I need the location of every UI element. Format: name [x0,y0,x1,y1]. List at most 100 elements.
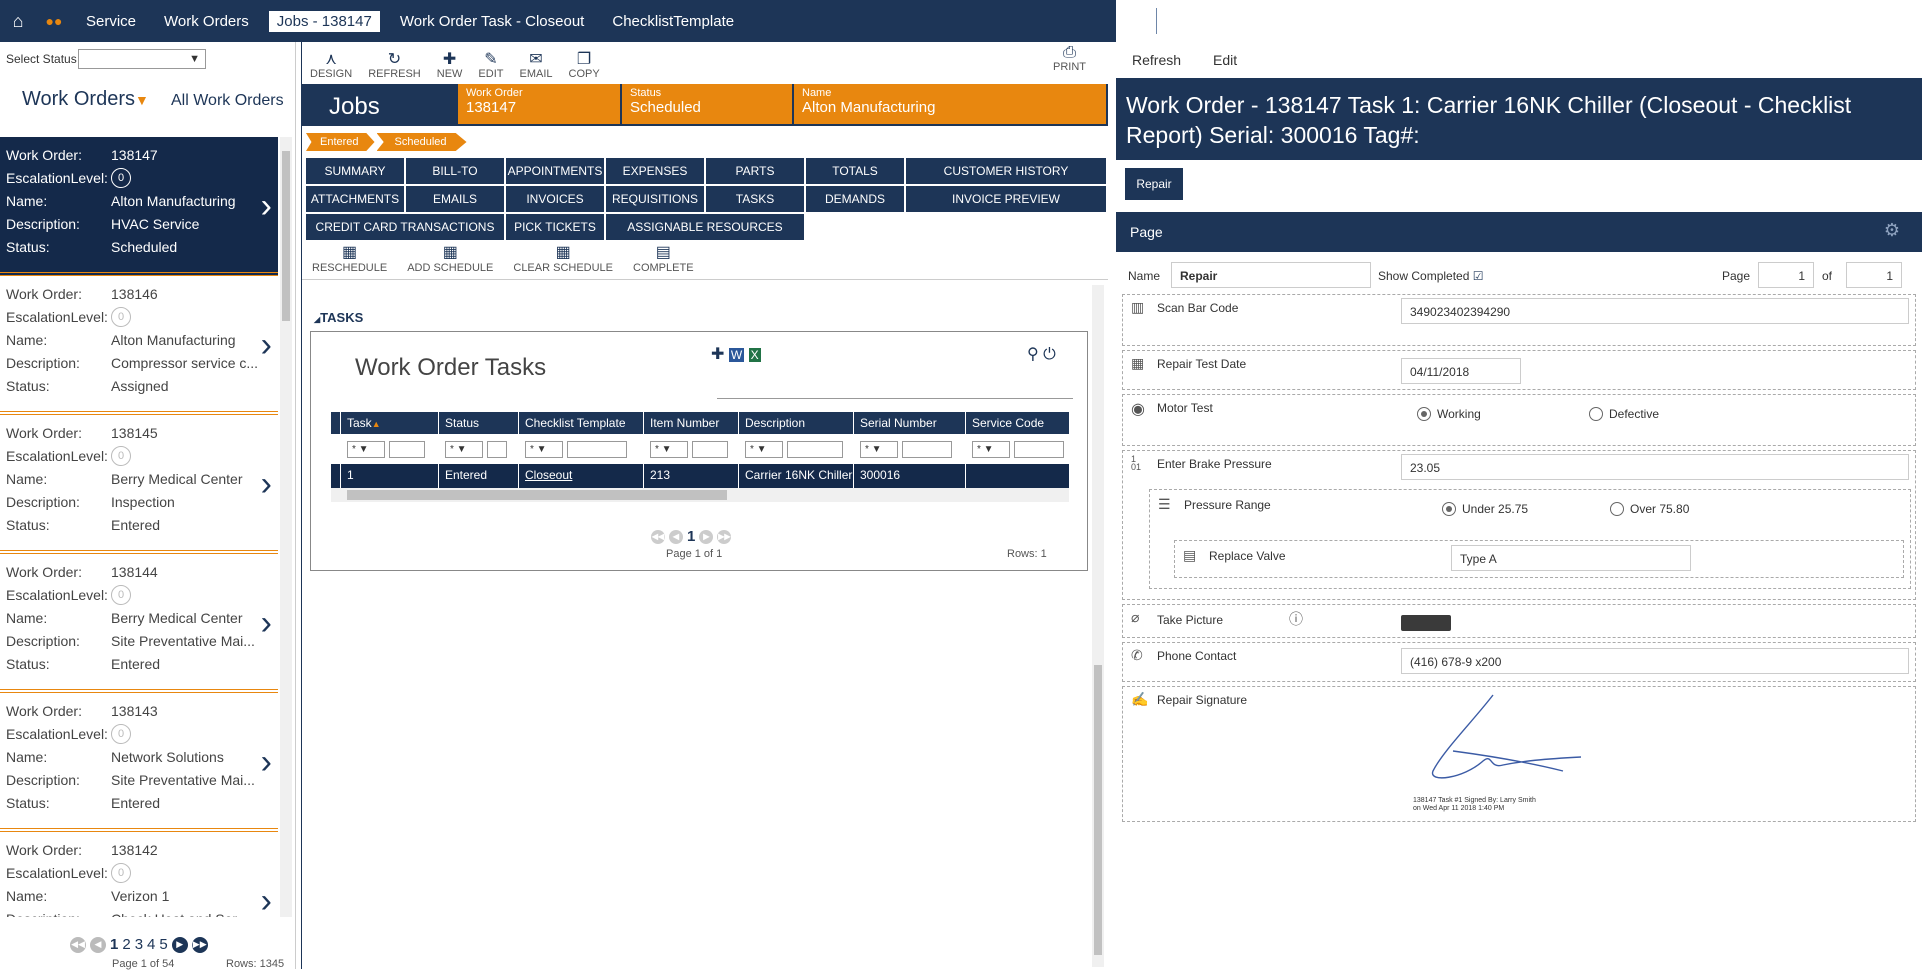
filter-dropdown[interactable]: * ▼ [860,440,898,458]
invoice-preview-button[interactable]: INVOICE PREVIEW [906,186,1106,212]
col-description[interactable]: Description [739,412,854,434]
bill-to-button[interactable]: BILL-TO [406,158,504,184]
list-item[interactable]: Work Order: 138142 EscalationLevel: 0 Name: V… [0,832,278,917]
emails-button[interactable]: EMAILS [406,186,504,212]
col-item-number[interactable]: Item Number [644,412,739,434]
expenses-button[interactable]: EXPENSES [606,158,704,184]
dots-icon[interactable]: ●● [36,0,72,42]
table-row[interactable]: 1 Entered Closeout 213 Carrier 16NK Chil… [331,464,1069,488]
filter-input[interactable] [389,440,425,458]
list-item[interactable]: Work Order: 138147 EscalationLevel: 0 Name: A… [0,137,278,276]
chevron-right-icon[interactable]: › [261,189,272,223]
tab-work-orders[interactable]: Work Orders [150,13,263,30]
edit-button[interactable]: ✎ EDIT [470,52,511,82]
page-field[interactable]: 1 [1758,262,1814,288]
close-icon[interactable]: ✕ [1116,0,1156,42]
edit-link[interactable]: Edit [1197,52,1253,68]
scrollbar-thumb[interactable] [1094,665,1102,955]
list-item[interactable]: Work Order: 138145 EscalationLevel: 0 Name: B… [0,415,278,554]
filter-dropdown[interactable]: * ▼ [525,440,563,458]
credit-card-transactions-button[interactable]: CREDIT CARD TRANSACTIONS [306,214,504,240]
summary-button[interactable]: SUMMARY [306,158,404,184]
add-schedule-button[interactable]: ▦ ADD SCHEDULE [397,242,503,274]
scrollbar-thumb[interactable] [347,490,727,500]
copy-button[interactable]: ❐ COPY [561,52,608,82]
current-page[interactable]: 1 [687,528,695,545]
customer-history-button[interactable]: CUSTOMER HISTORY [906,158,1106,184]
chevron-right-icon[interactable]: › [261,606,272,640]
list-item[interactable]: Work Order: 138143 EscalationLevel: 0 Name: N… [0,693,278,832]
power-icon[interactable]: ⏻ [1043,346,1056,363]
tab-jobs[interactable]: Jobs - 138147 [268,10,380,32]
select-status-dropdown[interactable]: ▼ [78,49,206,69]
parts-button[interactable]: PARTS [706,158,804,184]
gear-icon[interactable]: ⚙ [1884,220,1900,241]
filter-input[interactable] [487,440,507,458]
search-icon[interactable]: ⚲ [1027,346,1039,363]
next-page-icon[interactable]: ▶ [699,529,714,544]
prev-page-icon[interactable]: ◀ [669,529,683,544]
radio-unselected-icon[interactable] [1589,407,1603,421]
filter-dropdown[interactable]: * ▼ [650,440,688,458]
gear-icon[interactable]: ⚙ [1277,0,1317,42]
tab-service[interactable]: Service [72,13,150,30]
email-button[interactable]: ✉ EMAIL [511,52,560,82]
pick-tickets-button[interactable]: PICK TICKETS [506,214,604,240]
phone-contact-input[interactable]: (416) 678-9 x200 [1401,648,1909,674]
totals-button[interactable]: TOTALS [806,158,904,184]
page-3[interactable]: 3 [135,936,143,953]
radio-unselected-icon[interactable] [1610,502,1624,516]
repair-tab[interactable]: Repair [1125,168,1183,200]
checklist-template-link[interactable]: Closeout [519,464,644,488]
info-icon[interactable]: ⓘ [1289,609,1303,629]
caret-down-icon[interactable]: ▼ [1157,0,1197,42]
next-page-icon[interactable]: ▶ [171,936,188,953]
tasks-section-toggle[interactable]: ◢TASKS [314,310,363,325]
add-icon[interactable]: ✚ [711,346,724,363]
invoices-button[interactable]: INVOICES [506,186,604,212]
last-page-icon[interactable]: ▶▶ [191,936,208,953]
last-page-icon[interactable]: ▶▶ [717,529,732,544]
filter-input[interactable] [902,440,952,458]
list-item[interactable]: Work Order: 138146 EscalationLevel: 0 Name: A… [0,276,278,415]
chevron-right-icon[interactable]: › [261,467,272,501]
checkbox-checked-icon[interactable]: ☑ [1473,269,1484,283]
requisitions-button[interactable]: REQUISITIONS [606,186,704,212]
attachments-button[interactable]: ATTACHMENTS [306,186,404,212]
add-circle-icon[interactable]: ⊕ [1197,0,1237,42]
stage-scheduled[interactable]: Scheduled [376,133,467,151]
word-export-icon[interactable]: W [728,348,745,362]
signature-image[interactable] [1393,691,1593,795]
tab-checklist-template[interactable]: ChecklistTemplate [598,13,748,30]
assignable-resources-button[interactable]: ASSIGNABLE RESOURCES [606,214,804,240]
row-selector[interactable] [331,464,341,488]
filter-input[interactable] [567,440,627,458]
page-4[interactable]: 4 [147,936,155,953]
radio-selected-icon[interactable] [1417,407,1431,421]
first-page-icon[interactable]: ◀◀ [651,529,665,544]
replace-valve-input[interactable]: Type A [1451,545,1691,571]
search-icon[interactable]: ⚲ [1237,0,1277,42]
demands-button[interactable]: DEMANDS [806,186,904,212]
print-button[interactable]: ⎙ PRINT [1045,45,1094,75]
refresh-button[interactable]: ↻ REFRESH [360,52,429,82]
brake-pressure-input[interactable]: 23.05 [1401,454,1909,480]
radio-selected-icon[interactable] [1442,502,1456,516]
col-service-code[interactable]: Service Code [966,412,1069,434]
name-field[interactable]: Repair [1171,262,1371,288]
work-orders-title[interactable]: Work Orders▼ [22,88,149,111]
working-radio[interactable]: Working [1417,407,1481,421]
clear-schedule-button[interactable]: ▦ CLEAR SCHEDULE [503,242,623,274]
col-serial-number[interactable]: Serial Number [854,412,966,434]
col-task[interactable]: Task▲ [341,412,439,434]
under-radio[interactable]: Under 25.75 [1442,502,1528,516]
filter-input[interactable] [1014,440,1064,458]
tab-work-order-task[interactable]: Work Order Task - Closeout [386,13,599,30]
defective-radio[interactable]: Defective [1589,407,1659,421]
page-5[interactable]: 5 [159,936,167,953]
prev-page-icon[interactable]: ◀ [90,936,106,953]
complete-button[interactable]: ▤ COMPLETE [623,242,704,274]
horizontal-scrollbar[interactable] [331,488,1069,502]
scan-bar-code-input[interactable]: 349023402394290 [1401,298,1909,324]
vertical-scrollbar[interactable] [1092,285,1104,967]
